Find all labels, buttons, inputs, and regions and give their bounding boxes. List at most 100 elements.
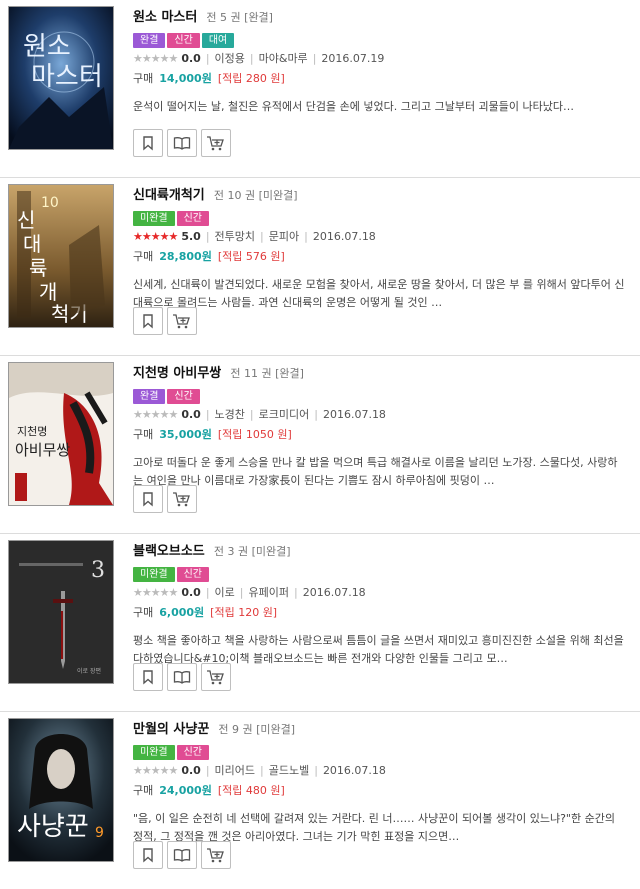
price: 24,000원 — [159, 784, 212, 797]
bookmark-button[interactable] — [133, 485, 163, 513]
bookmark-button[interactable] — [133, 663, 163, 691]
book-description: 고아로 떠돌다 운 좋게 스승을 만나 칼 밥을 먹으며 특급 해결사로 이름을… — [133, 456, 618, 487]
reward-points: [적립 120 원] — [210, 606, 278, 619]
svg-text:아비무쌍: 아비무쌍 — [15, 441, 70, 459]
book-list: 원소 마스터 원소 마스터 전 5 권 [완결] 완결 신간 대여 ★★★★★ 0.0… — [0, 0, 640, 889]
action-buttons — [133, 307, 201, 335]
book-title[interactable]: 원소 마스터 — [133, 10, 197, 25]
author[interactable]: 노경찬 — [215, 408, 245, 421]
badge-new: 신간 — [176, 211, 210, 226]
rating-score: 0.0 — [181, 764, 201, 777]
volume-info: 전 3 권 [미완결] — [213, 545, 291, 558]
cart-add-button[interactable] — [167, 307, 197, 335]
book-item: 원소 마스터 원소 마스터 전 5 권 [완결] 완결 신간 대여 ★★★★★ 0.0… — [0, 0, 640, 178]
action-buttons — [133, 485, 201, 513]
cart-add-button[interactable] — [201, 841, 231, 869]
buy-label: 구매 — [133, 784, 154, 797]
preview-button[interactable] — [167, 663, 197, 691]
author[interactable]: 미리어드 — [215, 764, 255, 777]
star-rating: ★★★★★ — [133, 230, 178, 243]
publish-date: 2016.07.19 — [321, 52, 385, 65]
svg-text:3: 3 — [91, 558, 105, 583]
publish-date: 2016.07.18 — [302, 586, 366, 599]
volume-info: 전 10 권 [미완결] — [213, 189, 298, 202]
rating-score: 0.0 — [181, 52, 201, 65]
badge-group: 미완결 신간 — [133, 206, 632, 226]
book-title[interactable]: 지천명 아비무쌍 — [133, 366, 221, 381]
bookmark-icon — [143, 848, 153, 863]
book-title[interactable]: 신대륙개척기 — [133, 188, 205, 203]
preview-button[interactable] — [167, 841, 197, 869]
cart-add-button[interactable] — [201, 663, 231, 691]
badge-new: 신간 — [176, 745, 210, 760]
badge-ongoing: 미완결 — [133, 745, 175, 760]
badge-rental: 대여 — [201, 33, 235, 48]
book-cover[interactable]: 10 신 대 륙 개 척기 — [8, 184, 114, 328]
bookmark-button[interactable] — [133, 841, 163, 869]
action-buttons — [133, 663, 235, 691]
publisher[interactable]: 문피아 — [269, 230, 299, 243]
svg-text:대: 대 — [23, 232, 41, 256]
cart-add-button[interactable] — [201, 129, 231, 157]
book-cover[interactable]: 지천명 아비무쌍 — [8, 362, 114, 506]
bookmark-button[interactable] — [133, 129, 163, 157]
reward-points: [적립 1050 원] — [217, 428, 292, 441]
bookmark-button[interactable] — [133, 307, 163, 335]
author[interactable]: 이정용 — [215, 52, 245, 65]
buy-label: 구매 — [133, 606, 154, 619]
book-cover[interactable]: 사냥꾼 9 — [8, 718, 114, 862]
publish-date: 2016.07.18 — [312, 230, 376, 243]
volume-info: 전 11 권 [완결] — [230, 367, 304, 380]
badge-group: 미완결 신간 — [133, 562, 632, 582]
book-description: 신세계, 신대륙이 발견되었다. 새로운 모험을 찾아서, 새로운 땅을 찾아서… — [133, 278, 625, 309]
open-book-icon — [173, 671, 191, 684]
book-title[interactable]: 만월의 사냥꾼 — [133, 722, 209, 737]
book-item: 3 이로 장편 블랙오브소드 전 3 권 [미완결] 미완결 신간 ★★★★★ 0.… — [0, 534, 640, 712]
author[interactable]: 전투망치 — [215, 230, 255, 243]
svg-text:10: 10 — [41, 195, 59, 211]
publisher[interactable]: 골드노벨 — [269, 764, 309, 777]
buy-label: 구매 — [133, 250, 154, 263]
reward-points: [적립 280 원] — [217, 72, 285, 85]
rating-score: 5.0 — [181, 230, 201, 243]
rating-score: 0.0 — [181, 408, 201, 421]
preview-button[interactable] — [167, 129, 197, 157]
badge-new: 신간 — [167, 33, 200, 48]
rating-score: 0.0 — [181, 586, 201, 599]
svg-text:9: 9 — [95, 825, 104, 841]
cart-add-button[interactable] — [167, 485, 197, 513]
cart-add-icon — [173, 492, 190, 507]
publisher[interactable]: 마야&마루 — [259, 52, 308, 65]
price: 14,000원 — [159, 72, 212, 85]
svg-text:륙: 륙 — [29, 256, 47, 280]
buy-label: 구매 — [133, 72, 154, 85]
book-cover[interactable]: 3 이로 장편 — [8, 540, 114, 684]
reward-points: [적립 480 원] — [217, 784, 285, 797]
cart-add-icon — [173, 314, 190, 329]
author[interactable]: 이로 — [215, 586, 235, 599]
book-cover[interactable]: 원소 마스터 — [8, 6, 114, 150]
badge-new: 신간 — [176, 567, 210, 582]
volume-info: 전 9 권 [미완결] — [218, 723, 296, 736]
badge-ongoing: 미완결 — [133, 567, 175, 582]
badge-group: 미완결 신간 — [133, 740, 632, 760]
publish-date: 2016.07.18 — [322, 408, 386, 421]
open-book-icon — [173, 849, 191, 862]
star-rating: ★★★★★ — [133, 52, 178, 65]
badge-complete: 완결 — [133, 33, 166, 48]
svg-text:원소: 원소 — [23, 32, 71, 62]
svg-text:사냥꾼: 사냥꾼 — [17, 812, 89, 842]
svg-text:마스터: 마스터 — [31, 62, 103, 92]
cart-add-icon — [207, 136, 224, 151]
star-rating: ★★★★★ — [133, 764, 178, 777]
publisher[interactable]: 로크미디어 — [259, 408, 310, 421]
publisher[interactable]: 유페이퍼 — [249, 586, 289, 599]
price: 6,000원 — [159, 606, 205, 619]
cart-add-icon — [207, 670, 224, 685]
bookmark-icon — [143, 136, 153, 151]
badge-complete: 완결 — [133, 389, 166, 404]
bookmark-icon — [143, 492, 153, 507]
book-title[interactable]: 블랙오브소드 — [133, 544, 205, 559]
buy-label: 구매 — [133, 428, 154, 441]
action-buttons — [133, 841, 235, 869]
